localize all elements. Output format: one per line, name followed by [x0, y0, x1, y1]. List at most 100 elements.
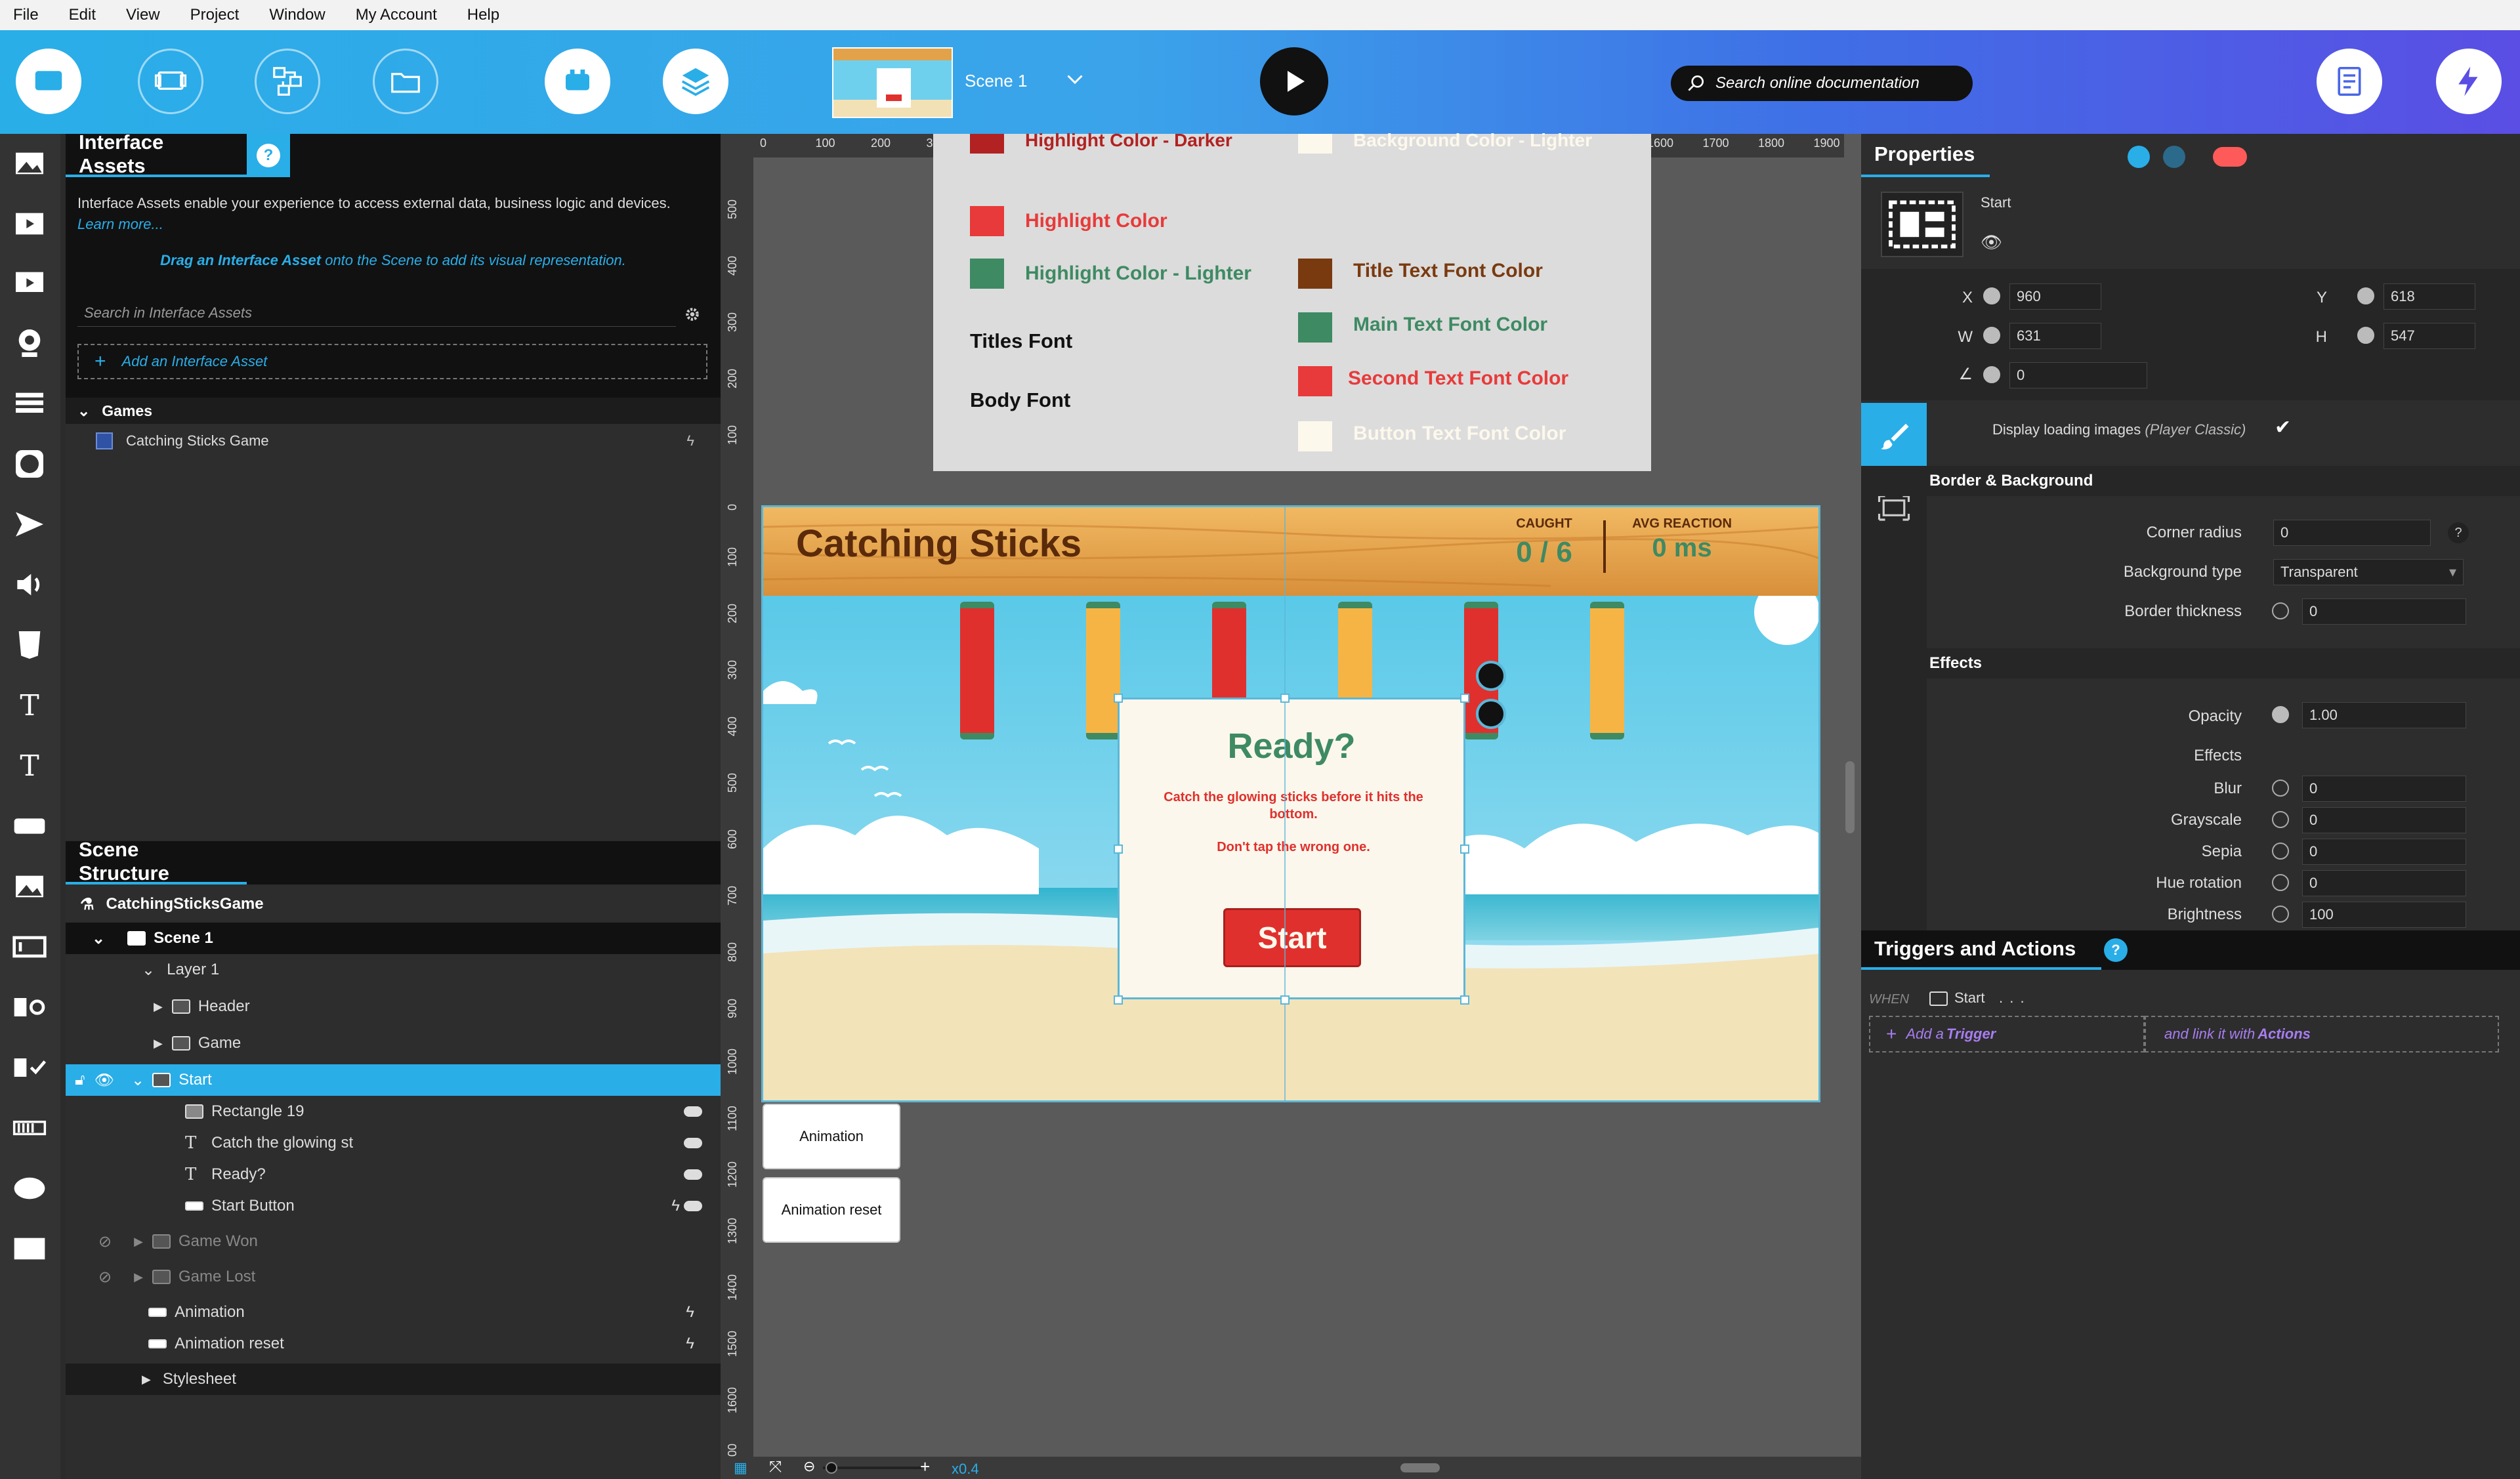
- border-background-header[interactable]: Border & Background: [1861, 466, 2520, 496]
- menu-edit[interactable]: Edit: [69, 6, 96, 24]
- resize-handle[interactable]: [1460, 694, 1469, 703]
- border-thickness-toggle[interactable]: [2272, 602, 2289, 619]
- menu-my-account[interactable]: My Account: [356, 6, 437, 24]
- triggers-tab[interactable]: Triggers and Actions: [1861, 930, 2101, 970]
- start-dialog[interactable]: Ready? Catch the glowing sticks before i…: [1118, 698, 1465, 999]
- move-handle-icon[interactable]: [1476, 661, 1506, 691]
- add-trigger-button[interactable]: + Add a Trigger: [1869, 1016, 2145, 1052]
- resize-handle[interactable]: [1114, 844, 1123, 854]
- tree-row-game-won[interactable]: ⊘ ▶ Game Won: [66, 1226, 721, 1257]
- zoom-in-icon[interactable]: +: [920, 1457, 930, 1477]
- stick-red-1[interactable]: [960, 602, 994, 740]
- w-toggle[interactable]: [1983, 327, 2000, 344]
- tree-root[interactable]: ⚗ CatchingSticksGame: [66, 888, 721, 920]
- documentation-search[interactable]: Search online documentation: [1671, 66, 1973, 101]
- ellipse-icon[interactable]: [9, 1168, 50, 1209]
- interface-assets-help[interactable]: ?: [247, 134, 290, 177]
- stick-orange-1[interactable]: [1086, 602, 1120, 740]
- assets-button[interactable]: [545, 49, 610, 114]
- project-files-button[interactable]: [373, 49, 438, 114]
- webcam-icon[interactable]: [9, 323, 50, 364]
- x-field[interactable]: 960: [2009, 283, 2101, 310]
- opacity-toggle[interactable]: [2272, 706, 2289, 723]
- chevron-down-icon[interactable]: [1063, 67, 1087, 91]
- tree-row-scene-1[interactable]: ⌄ Scene 1: [66, 923, 721, 954]
- resize-handle[interactable]: [1460, 995, 1469, 1005]
- flow-view-button[interactable]: [255, 49, 320, 114]
- grayscale-field[interactable]: 0: [2302, 807, 2466, 833]
- background-type-select[interactable]: Transparent ▾: [2273, 559, 2464, 585]
- horizontal-scrollbar[interactable]: [1400, 1463, 1440, 1472]
- link-handle-icon[interactable]: [1476, 699, 1506, 729]
- list-widget-icon[interactable]: [9, 383, 50, 424]
- eraser-icon[interactable]: [2213, 147, 2247, 167]
- hue-rotation-toggle[interactable]: [2272, 874, 2289, 891]
- scene-structure-tab[interactable]: Scene Structure: [66, 838, 247, 885]
- game-scene[interactable]: Catching Sticks CAUGHT 0 / 6 AVG REACTIO…: [761, 505, 1820, 1102]
- play-button[interactable]: [1260, 47, 1328, 115]
- device-view-button[interactable]: [138, 49, 203, 114]
- blur-toggle[interactable]: [2272, 780, 2289, 797]
- checklist-button[interactable]: [2317, 49, 2382, 114]
- tree-row-stylesheet[interactable]: ▶ Stylesheet: [66, 1364, 721, 1395]
- scene-name[interactable]: Scene 1: [965, 71, 1027, 91]
- resize-handle[interactable]: [1460, 844, 1469, 854]
- animation-reset-button[interactable]: Animation reset: [763, 1177, 900, 1243]
- y-toggle[interactable]: [2357, 287, 2374, 304]
- hue-rotation-field[interactable]: 0: [2302, 870, 2466, 896]
- add-interface-asset-button[interactable]: + Add an Interface Asset: [77, 344, 707, 379]
- tree-row-game-lost[interactable]: ⊘ ▶ Game Lost: [66, 1261, 721, 1293]
- resize-handle[interactable]: [1114, 694, 1123, 703]
- tree-row-catch-text[interactable]: T Catch the glowing st: [66, 1127, 721, 1159]
- tree-row-start[interactable]: 🔓︎ 👁︎ ⌄ Start: [66, 1064, 721, 1096]
- grid-icon[interactable]: ▦: [734, 1459, 747, 1476]
- h-toggle[interactable]: [2357, 327, 2374, 344]
- rich-text-icon[interactable]: T: [9, 745, 50, 786]
- trigger-more[interactable]: . . .: [1999, 989, 2026, 1007]
- corner-radius-help-icon[interactable]: ?: [2448, 522, 2469, 543]
- h-field[interactable]: 547: [2384, 323, 2475, 349]
- sepia-toggle[interactable]: [2272, 843, 2289, 860]
- checkbox-icon[interactable]: [9, 1047, 50, 1088]
- zoom-slider[interactable]: [823, 1467, 921, 1469]
- menu-file[interactable]: File: [13, 6, 39, 24]
- tree-row-rectangle-19[interactable]: Rectangle 19: [66, 1096, 721, 1127]
- style-tab[interactable]: [1861, 403, 1927, 471]
- tree-row-layer-1[interactable]: ⌄ Layer 1: [66, 954, 721, 986]
- menu-window[interactable]: Window: [269, 6, 325, 24]
- tree-row-animation[interactable]: Animation ϟ: [66, 1297, 721, 1328]
- image-widget-icon[interactable]: [9, 143, 50, 184]
- tree-row-header[interactable]: ▶ Header: [66, 991, 721, 1022]
- toggle-visibility-icon[interactable]: [684, 1169, 702, 1180]
- tree-row-ready-text[interactable]: T Ready?: [66, 1159, 721, 1190]
- image-button-icon[interactable]: [9, 866, 50, 907]
- border-thickness-field[interactable]: 0: [2302, 598, 2466, 625]
- link-actions-button[interactable]: and link it with Actions: [2145, 1016, 2499, 1052]
- resize-handle[interactable]: [1280, 995, 1290, 1005]
- opacity-field[interactable]: 1.00: [2302, 702, 2466, 728]
- animation-button[interactable]: Animation: [763, 1104, 900, 1169]
- button-widget-icon[interactable]: [9, 806, 50, 846]
- menu-view[interactable]: View: [126, 6, 160, 24]
- eye-icon[interactable]: 👁︎: [1981, 232, 2002, 253]
- angle-field[interactable]: 0: [2009, 362, 2147, 388]
- toggle-visibility-icon[interactable]: [684, 1106, 702, 1117]
- sound-icon[interactable]: [9, 564, 50, 605]
- learn-more-link[interactable]: Learn more...: [77, 216, 163, 232]
- brightness-field[interactable]: 100: [2302, 902, 2466, 928]
- tree-row-game[interactable]: ▶ Game: [66, 1028, 721, 1059]
- layers-button[interactable]: [663, 49, 728, 114]
- gear-icon[interactable]: [684, 306, 701, 323]
- tree-row-animation-reset[interactable]: Animation reset ϟ: [66, 1328, 721, 1360]
- video-widget-icon[interactable]: [9, 203, 50, 244]
- input-field-icon[interactable]: [9, 927, 50, 967]
- web-widget-icon[interactable]: [9, 444, 50, 484]
- stylesheet-preview[interactable]: Highlight Color - Darker Highlight Color…: [933, 130, 1651, 471]
- toggle-icon[interactable]: [9, 987, 50, 1028]
- rectangle-icon[interactable]: [9, 1228, 50, 1269]
- triggers-help-icon[interactable]: ?: [2104, 938, 2128, 962]
- toggle-visibility-icon[interactable]: [684, 1138, 702, 1148]
- loading-images-checkbox[interactable]: ✔: [2275, 416, 2291, 439]
- blur-field[interactable]: 0: [2302, 776, 2466, 802]
- grayscale-toggle[interactable]: [2272, 811, 2289, 828]
